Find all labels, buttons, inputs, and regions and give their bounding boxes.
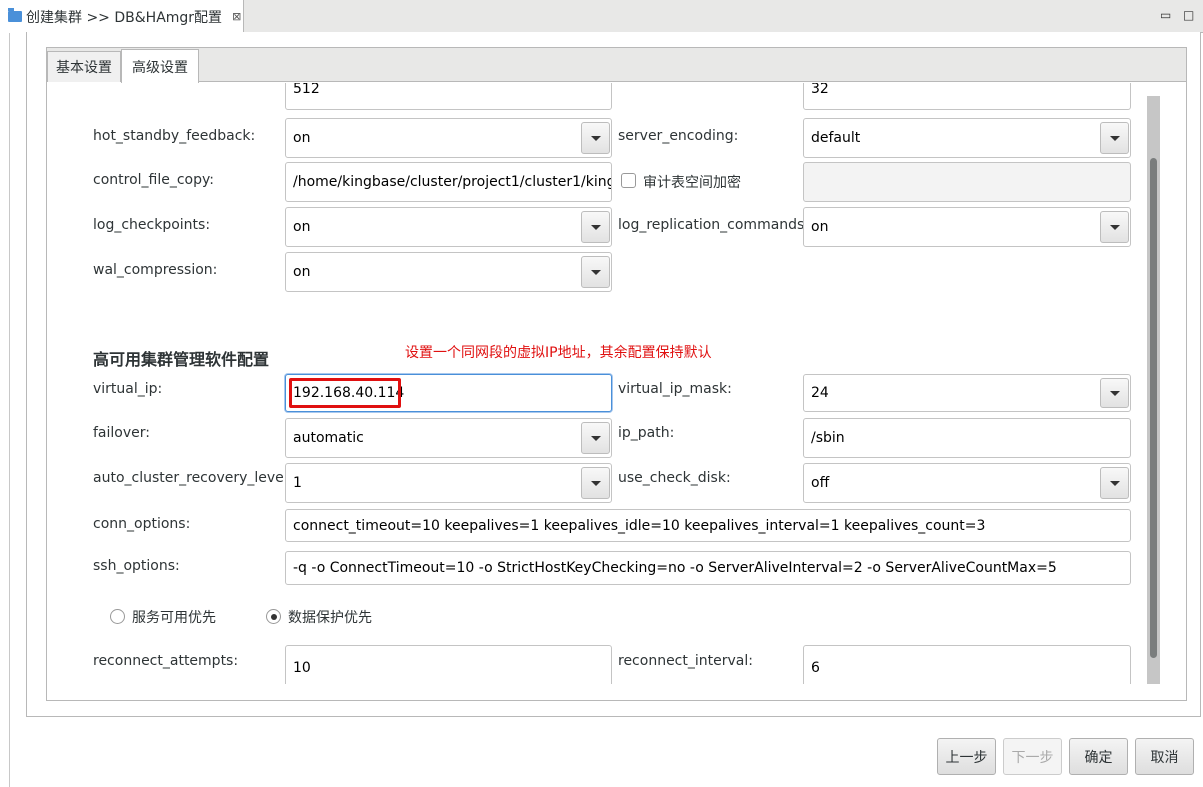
use-check-disk-select[interactable]: off: [803, 463, 1131, 503]
field-value: 10: [293, 660, 311, 676]
field-label: virtual_ip_mask:: [618, 381, 732, 397]
tab-advanced-settings[interactable]: 高级设置: [121, 49, 199, 83]
maximize-icon[interactable]: □: [1183, 8, 1194, 22]
chevron-down-icon[interactable]: [1100, 378, 1129, 408]
field-value: default: [811, 130, 861, 146]
failover-select[interactable]: automatic: [285, 418, 612, 458]
next-button[interactable]: 下一步: [1003, 738, 1062, 775]
previous-button[interactable]: 上一步: [937, 738, 996, 775]
minimize-icon[interactable]: ▭: [1160, 8, 1171, 22]
field-value: 6: [811, 660, 820, 676]
editor-tab[interactable]: 创建集群 >> DB&HAmgr配置 ⊠: [0, 0, 244, 33]
field-value: automatic: [293, 430, 364, 446]
field-value: -q -o ConnectTimeout=10 -o StrictHostKey…: [293, 560, 1057, 576]
field-label: ip_path:: [618, 425, 675, 441]
clipped-right-input[interactable]: 32: [803, 83, 1131, 110]
field-label: 审计表空间加密: [643, 175, 741, 191]
auto-cluster-recovery-level-select[interactable]: 1: [285, 463, 612, 503]
field-value: on: [293, 130, 311, 146]
ssh-options-input[interactable]: -q -o ConnectTimeout=10 -o StrictHostKey…: [285, 551, 1131, 585]
ok-button[interactable]: 确定: [1069, 738, 1128, 775]
divider: [9, 33, 10, 787]
folder-icon: [8, 8, 22, 22]
annotation-text: 设置一个同网段的虚拟IP地址，其余配置保持默认: [405, 345, 712, 361]
field-value: off: [811, 475, 830, 491]
field-label: hot_standby_feedback:: [93, 128, 256, 144]
field-label: wal_compression:: [93, 262, 218, 278]
priority-radio[interactable]: [266, 609, 281, 624]
annotation-highlight-box: [289, 378, 401, 408]
tab-strip: [47, 48, 1186, 82]
field-value: 32: [811, 83, 829, 97]
field-value: on: [293, 219, 311, 235]
chevron-down-icon[interactable]: [581, 467, 610, 499]
field-label: use_check_disk:: [618, 470, 731, 486]
close-icon[interactable]: ⊠: [232, 10, 241, 23]
control-file-copy-input[interactable]: /home/kingbase/cluster/project1/cluster1…: [285, 162, 612, 202]
field-label: log_replication_commands:: [618, 217, 810, 233]
clipped-left-input[interactable]: 512: [285, 83, 612, 110]
conn-options-input[interactable]: connect_timeout=10 keepalives=1 keepaliv…: [285, 509, 1131, 542]
chevron-down-icon[interactable]: [581, 211, 610, 243]
chevron-down-icon[interactable]: [1100, 467, 1129, 499]
field-label: failover:: [93, 425, 150, 441]
field-label: auto_cluster_recovery_level:: [93, 470, 293, 486]
server-encoding-select[interactable]: default: [803, 118, 1131, 158]
field-label: virtual_ip:: [93, 381, 163, 397]
log-checkpoints-select[interactable]: on: [285, 207, 612, 247]
ip-path-input[interactable]: /sbin: [803, 418, 1131, 458]
cancel-button[interactable]: 取消: [1135, 738, 1194, 775]
chevron-down-icon[interactable]: [581, 422, 610, 454]
reconnect-interval-input[interactable]: 6: [803, 645, 1131, 684]
priority-radio[interactable]: [110, 609, 125, 624]
audit-encryption-checkbox[interactable]: [621, 173, 636, 188]
field-value: on: [293, 264, 311, 280]
audit-encryption-input: [803, 162, 1131, 202]
wal-compression-select[interactable]: on: [285, 252, 612, 292]
chevron-down-icon[interactable]: [1100, 211, 1129, 243]
field-value: 24: [811, 385, 829, 401]
field-label: log_checkpoints:: [93, 217, 211, 233]
virtual-ip-mask-select[interactable]: 24: [803, 374, 1131, 412]
field-value: on: [811, 219, 829, 235]
field-value: 512: [293, 83, 320, 97]
editor-tab-title: 创建集群 >> DB&HAmgr配置: [26, 9, 223, 26]
field-value: connect_timeout=10 keepalives=1 keepaliv…: [293, 517, 986, 534]
field-label: server_encoding:: [618, 128, 739, 144]
scrollbar-thumb[interactable]: [1150, 158, 1157, 658]
log-replication-commands-select[interactable]: on: [803, 207, 1131, 247]
hot-standby-feedback-select[interactable]: on: [285, 118, 612, 158]
chevron-down-icon[interactable]: [581, 256, 610, 288]
field-value: /sbin: [811, 430, 845, 446]
field-label: control_file_copy:: [93, 172, 214, 188]
tab-basic-settings[interactable]: 基本设置: [47, 51, 121, 82]
field-label: reconnect_attempts:: [93, 653, 239, 669]
chevron-down-icon[interactable]: [1100, 122, 1129, 154]
field-label: conn_options:: [93, 516, 191, 532]
field-label: reconnect_interval:: [618, 653, 753, 669]
radio-label: 服务可用优先: [132, 610, 216, 626]
field-label: ssh_options:: [93, 558, 180, 574]
advanced-settings-form: 512 32 hot_standby_feedback: on server_encod…: [47, 83, 1147, 684]
field-value: 1: [293, 475, 302, 491]
radio-label: 数据保护优先: [288, 610, 372, 626]
chevron-down-icon[interactable]: [581, 122, 610, 154]
section-title: 高可用集群管理软件配置: [93, 350, 270, 369]
field-value: /home/kingbase/cluster/project1/cluster1…: [293, 174, 611, 190]
reconnect-attempts-input[interactable]: 10: [285, 645, 612, 684]
